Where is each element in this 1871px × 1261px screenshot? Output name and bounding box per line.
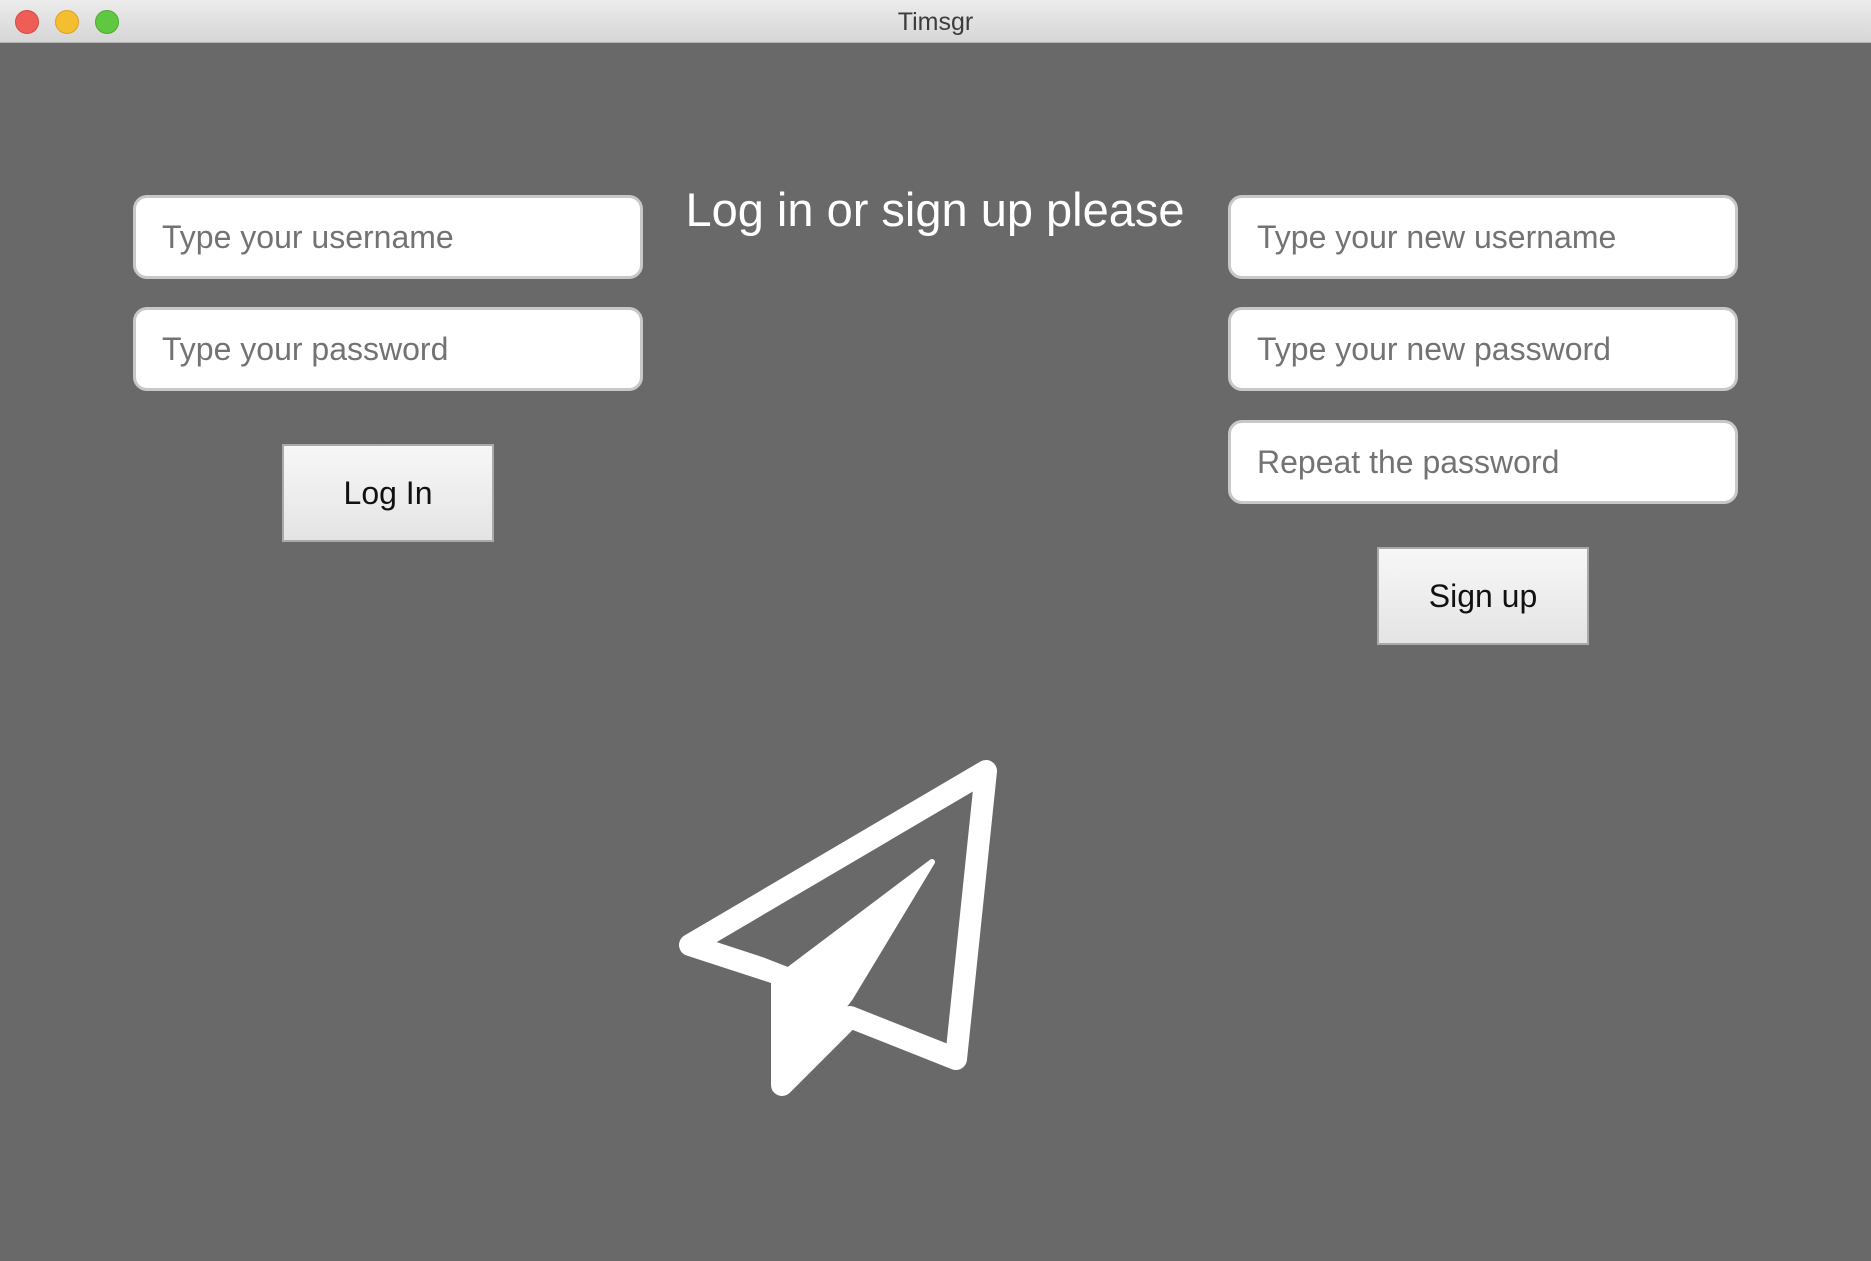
login-button[interactable]: Log In <box>282 444 494 542</box>
window-title: Timsgr <box>897 8 974 36</box>
login-password-input[interactable] <box>133 307 643 391</box>
paper-plane-icon <box>679 760 997 1096</box>
signup-repeat-password-input[interactable] <box>1228 420 1738 504</box>
app-window: Timsgr Log in or sign up please Log In S… <box>0 0 1871 1261</box>
login-username-input[interactable] <box>133 195 643 279</box>
signup-password-input[interactable] <box>1228 307 1738 391</box>
page-heading: Log in or sign up please <box>685 183 1185 236</box>
signup-button[interactable]: Sign up <box>1377 547 1589 645</box>
title-bar[interactable]: Timsgr <box>0 0 1871 43</box>
signup-username-input[interactable] <box>1228 195 1738 279</box>
